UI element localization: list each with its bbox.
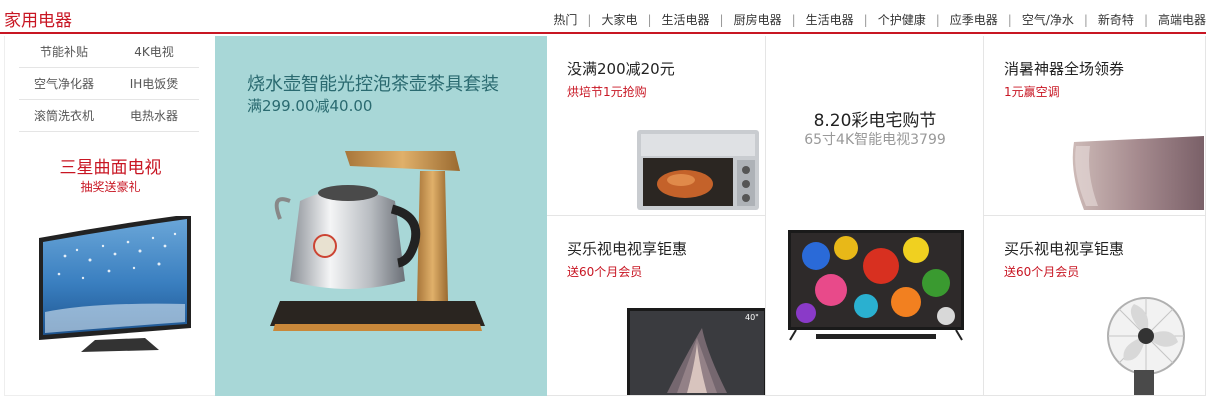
air-conditioner-image[interactable] <box>1064 132 1204 216</box>
link-ih-rice-cooker[interactable]: IH电饭煲 <box>109 68 199 99</box>
link-energy-subsidy[interactable]: 节能补贴 <box>19 36 109 67</box>
promo-cell-letv-1[interactable]: 买乐视电视享钜惠 送60个月会员 40" <box>547 216 766 396</box>
floor-title: 家用电器 <box>4 11 72 31</box>
promo-grid: 没满200减20元 烘培节1元抢购 买乐视电视享钜惠 送60个月会员 40" 8… <box>547 36 1206 396</box>
tab-novelty[interactable]: 新奇特 <box>1098 11 1134 28</box>
quick-links-row: 空气净化器 IH电饭煲 <box>19 68 199 100</box>
svg-text:40": 40" <box>745 313 759 322</box>
promo-cell-oven[interactable]: 没满200减20元 烘培节1元抢购 <box>547 36 766 216</box>
tab-separator: | <box>863 12 868 27</box>
floor-header: 家用电器 热门 | 大家电 | 生活电器 | 厨房电器 | 生活电器 | 个护健… <box>0 0 1206 34</box>
promo-cell-aircon[interactable]: 消暑神器全场领券 1元赢空调 <box>984 36 1205 216</box>
letv-tv-image[interactable]: 40" <box>627 308 766 396</box>
tab-separator: | <box>719 12 724 27</box>
quick-links-row: 滚筒洗衣机 电热水器 <box>19 100 199 132</box>
promo-cell-subtitle: 送60个月会员 <box>567 265 643 279</box>
featured-product-panel[interactable]: 烧水壶智能光控泡茶壶茶具套装 满299.00减40.00 <box>215 36 547 396</box>
promo-cell-title[interactable]: 消暑神器全场领券 <box>1004 58 1124 79</box>
promo-cell-subtitle: 65寸4K智能电视3799 <box>804 132 946 148</box>
tab-life-appliances[interactable]: 生活电器 <box>662 11 710 28</box>
promo-title[interactable]: 三星曲面电视 <box>5 153 215 178</box>
promo-subtitle: 抽奖送豪礼 <box>80 180 141 194</box>
quick-links: 节能补贴 4K电视 空气净化器 IH电饭煲 滚筒洗衣机 电热水器 <box>19 36 199 132</box>
tab-separator: | <box>1083 12 1088 27</box>
tab-separator: | <box>1007 12 1012 27</box>
smart-tv-image[interactable] <box>786 228 966 343</box>
tab-premium[interactable]: 高端电器 <box>1158 11 1206 28</box>
promo-cell-title[interactable]: 没满200减20元 <box>567 58 675 79</box>
tab-separator: | <box>791 12 796 27</box>
promo-cell-subtitle: 烘培节1元抢购 <box>567 85 647 99</box>
promo-cell-subtitle: 送60个月会员 <box>1004 265 1080 279</box>
link-drum-washer[interactable]: 滚筒洗衣机 <box>19 100 109 131</box>
tab-separator: | <box>587 12 592 27</box>
left-promo-panel: 节能补贴 4K电视 空气净化器 IH电饭煲 滚筒洗衣机 电热水器 三星曲面电视 … <box>4 36 215 396</box>
promo-cell-letv-2[interactable]: 买乐视电视享钜惠 送60个月会员 <box>984 216 1205 396</box>
featured-price: 满299.00减40.00 <box>247 97 373 115</box>
tab-separator: | <box>935 12 940 27</box>
promo-cell-title[interactable]: 8.20彩电宅购节 <box>766 106 983 131</box>
tab-life-appliances-2[interactable]: 生活电器 <box>806 11 854 28</box>
link-water-heater[interactable]: 电热水器 <box>109 100 199 131</box>
promo-cell-tv-festival[interactable]: 8.20彩电宅购节 65寸4K智能电视3799 <box>766 36 984 395</box>
link-4k-tv[interactable]: 4K电视 <box>109 36 199 67</box>
tab-air-water[interactable]: 空气/净水 <box>1022 11 1074 28</box>
oven-image[interactable] <box>635 128 761 214</box>
promo-cell-subtitle: 1元赢空调 <box>1004 85 1060 99</box>
tab-hot[interactable]: 热门 <box>553 11 577 28</box>
featured-title[interactable]: 烧水壶智能光控泡茶壶茶具套装 <box>247 70 499 96</box>
floor-tabs: 热门 | 大家电 | 生活电器 | 厨房电器 | 生活电器 | 个护健康 | 应… <box>553 11 1206 28</box>
tab-kitchen-appliances[interactable]: 厨房电器 <box>734 11 782 28</box>
tab-separator: | <box>1143 12 1148 27</box>
standing-fan-image[interactable] <box>1094 294 1204 396</box>
tab-separator: | <box>647 12 652 27</box>
curved-tv-image[interactable] <box>35 216 195 356</box>
promo-cell-title[interactable]: 买乐视电视享钜惠 <box>567 238 687 259</box>
quick-links-row: 节能补贴 4K电视 <box>19 36 199 68</box>
promo-cell-title[interactable]: 买乐视电视享钜惠 <box>1004 238 1124 259</box>
link-air-purifier[interactable]: 空气净化器 <box>19 68 109 99</box>
tab-seasonal[interactable]: 应季电器 <box>950 11 998 28</box>
tab-large-appliances[interactable]: 大家电 <box>601 11 637 28</box>
tab-personal-care[interactable]: 个护健康 <box>878 11 926 28</box>
kettle-image[interactable] <box>270 141 495 356</box>
